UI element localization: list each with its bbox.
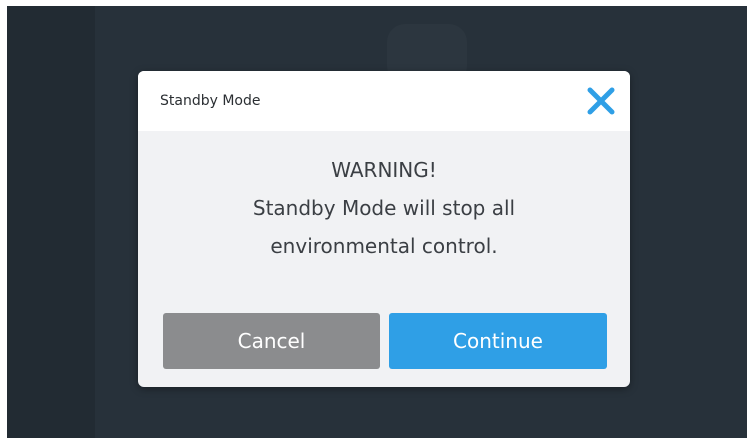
background-sidebar <box>7 6 95 438</box>
dialog-header: Standby Mode <box>138 71 630 131</box>
warning-text-line-2: environmental control. <box>270 234 498 258</box>
close-icon <box>587 87 615 115</box>
continue-button[interactable]: Continue <box>389 313 607 369</box>
device-frame: Standby Mode WARNING! Standby Mode will … <box>0 0 754 446</box>
warning-text-line-1: Standby Mode will stop all <box>252 196 516 220</box>
close-button[interactable] <box>583 83 619 119</box>
warning-message: WARNING! Standby Mode will stop all envi… <box>138 151 630 265</box>
dialog-title: Standby Mode <box>160 93 261 109</box>
cancel-button[interactable]: Cancel <box>163 313 380 369</box>
warning-heading: WARNING! <box>331 158 437 182</box>
standby-mode-dialog: Standby Mode WARNING! Standby Mode will … <box>138 71 630 387</box>
